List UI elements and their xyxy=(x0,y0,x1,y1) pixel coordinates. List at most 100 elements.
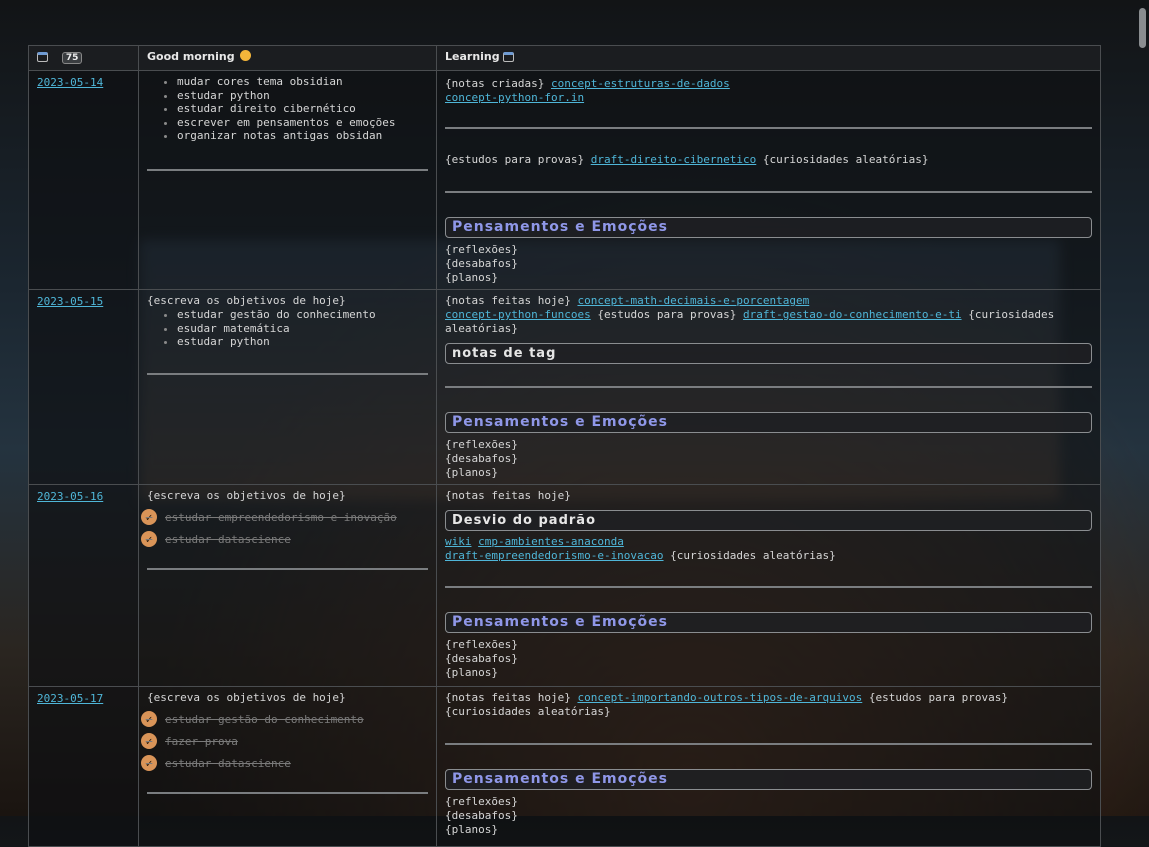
task-label: estudar empreendedorismo e inovação xyxy=(165,510,397,524)
calendar-icon xyxy=(503,52,515,62)
objetivos-label: {escreva os objetivos de hoje} xyxy=(147,691,346,704)
table-row: 2023-05-16 {escreva os objetivos de hoje… xyxy=(28,484,1101,687)
table-row: 2023-05-14 mudar cores tema obsidian est… xyxy=(28,70,1101,290)
desabafos-label: {desabafos} xyxy=(445,809,518,822)
divider xyxy=(147,568,428,570)
list-item: estudar python xyxy=(177,89,428,103)
morning-cell: {escreva os objetivos de hoje} estudar g… xyxy=(138,289,437,485)
task-item[interactable]: ✓ estudar empreendedorismo e inovação xyxy=(141,506,428,528)
task-label: estudar datascience xyxy=(165,532,291,546)
task-item[interactable]: ✓ estudar gestão do conhecimento xyxy=(141,708,428,730)
check-circle-icon[interactable]: ✓ xyxy=(141,531,157,547)
desabafos-label: {desabafos} xyxy=(445,652,518,665)
table-row: 2023-05-17 {escreva os objetivos de hoje… xyxy=(28,686,1101,847)
date-link[interactable]: 2023-05-16 xyxy=(37,490,130,503)
header-good-morning-label: Good morning xyxy=(147,50,235,63)
header-good-morning[interactable]: Good morning xyxy=(138,45,437,71)
list-item: esudar matemática xyxy=(177,322,428,336)
divider xyxy=(445,386,1092,388)
list-item: estudar gestão do conhecimento xyxy=(177,308,428,322)
list-item: estudar python xyxy=(177,335,428,349)
estudos-label: {estudos para provas} xyxy=(868,691,1008,704)
header-learning-label: Learning xyxy=(445,50,500,63)
pensamentos-callout-title[interactable]: Pensamentos e Emoções xyxy=(445,612,1092,633)
vertical-scrollbar[interactable] xyxy=(1139,8,1146,48)
task-label: fazer prova xyxy=(165,734,238,748)
reflexoes-label: {reflexões} xyxy=(445,243,518,256)
note-link[interactable]: draft-direito-cibernetico xyxy=(591,153,757,166)
note-link[interactable]: draft-empreendedorismo-e-inovacao xyxy=(445,549,664,562)
task-list: ✓ estudar gestão do conhecimento ✓ fazer… xyxy=(141,708,428,774)
date-cell: 2023-05-15 xyxy=(28,289,139,485)
date-link[interactable]: 2023-05-17 xyxy=(37,692,130,705)
count-badge: 75 xyxy=(61,52,83,64)
list-item: estudar direito cibernético xyxy=(177,102,428,116)
pensamentos-callout-title[interactable]: Pensamentos e Emoções xyxy=(445,412,1092,433)
table-header-row: 75 Good morning Learning xyxy=(28,45,1101,71)
tag-callout-title[interactable]: notas de tag xyxy=(445,343,1092,364)
smiley-emoji-icon xyxy=(240,50,252,61)
check-circle-icon[interactable]: ✓ xyxy=(141,711,157,727)
date-link[interactable]: 2023-05-14 xyxy=(37,76,130,89)
note-link[interactable]: concept-math-decimais-e-porcentagem xyxy=(577,294,809,307)
notas-label: {notas feitas hoje} xyxy=(445,691,571,704)
estudos-label: {estudos para provas} xyxy=(597,308,737,321)
divider xyxy=(445,743,1092,745)
curiosidades-label: {curiosidades aleatórias} xyxy=(670,549,836,562)
morning-list: estudar gestão do conhecimento esudar ma… xyxy=(147,308,428,349)
header-learning[interactable]: Learning xyxy=(436,45,1101,71)
check-circle-icon[interactable]: ✓ xyxy=(141,509,157,525)
pensamentos-callout-title[interactable]: Pensamentos e Emoções xyxy=(445,217,1092,238)
date-cell: 2023-05-14 xyxy=(28,70,139,290)
desabafos-label: {desabafos} xyxy=(445,257,518,270)
note-link[interactable]: concept-importando-outros-tipos-de-arqui… xyxy=(577,691,862,704)
morning-cell: {escreva os objetivos de hoje} ✓ estudar… xyxy=(138,686,437,847)
objetivos-label: {escreva os objetivos de hoje} xyxy=(147,294,346,307)
task-list: ✓ estudar empreendedorismo e inovação ✓ … xyxy=(141,506,428,550)
estudos-label: {estudos para provas} xyxy=(445,153,585,166)
curiosidades-label: {curiosidades aleatórias} xyxy=(445,705,611,718)
morning-list: mudar cores tema obsidian estudar python… xyxy=(147,75,428,143)
planos-label: {planos} xyxy=(445,823,498,836)
note-link[interactable]: concept-estruturas-de-dados xyxy=(551,77,730,90)
morning-cell: mudar cores tema obsidian estudar python… xyxy=(138,70,437,290)
task-item[interactable]: ✓ estudar datascience xyxy=(141,528,428,550)
notas-label: {notas criadas} xyxy=(445,77,545,90)
desvio-callout-title[interactable]: Desvio do padrão xyxy=(445,510,1092,531)
note-link[interactable]: wiki xyxy=(445,535,472,548)
planos-label: {planos} xyxy=(445,271,498,284)
objetivos-label: {escreva os objetivos de hoje} xyxy=(147,489,346,502)
curiosidades-label: {curiosidades aleatórias} xyxy=(762,153,929,166)
date-cell: 2023-05-17 xyxy=(28,686,139,847)
divider xyxy=(445,191,1092,193)
date-link[interactable]: 2023-05-15 xyxy=(37,295,130,308)
learning-cell: {notas feitas hoje} Desvio do padrão wik… xyxy=(436,484,1101,687)
notas-label: {notas feitas hoje} xyxy=(445,489,571,502)
note-link[interactable]: cmp-ambientes-anaconda xyxy=(478,535,624,548)
planos-label: {planos} xyxy=(445,466,498,479)
list-item: mudar cores tema obsidian xyxy=(177,75,428,89)
check-circle-icon[interactable]: ✓ xyxy=(141,733,157,749)
check-circle-icon[interactable]: ✓ xyxy=(141,755,157,771)
note-link[interactable]: concept-python-funcoes xyxy=(445,308,591,321)
note-link[interactable]: draft-gestao-do-conhecimento-e-ti xyxy=(743,308,962,321)
calendar-icon xyxy=(37,52,48,62)
task-item[interactable]: ✓ fazer prova xyxy=(141,730,428,752)
header-date[interactable]: 75 xyxy=(28,45,139,71)
reflexoes-label: {reflexões} xyxy=(445,638,518,651)
morning-cell: {escreva os objetivos de hoje} ✓ estudar… xyxy=(138,484,437,687)
task-label: estudar gestão do conhecimento xyxy=(165,712,364,726)
learning-cell: {notas feitas hoje} concept-importando-o… xyxy=(436,686,1101,847)
divider xyxy=(147,168,428,171)
list-item: escrever em pensamentos e emoções xyxy=(177,116,428,130)
task-item[interactable]: ✓ estudar datascience xyxy=(141,752,428,774)
list-item: organizar notas antigas obsidan xyxy=(177,129,428,143)
desabafos-label: {desabafos} xyxy=(445,452,518,465)
divider xyxy=(445,586,1092,588)
note-link[interactable]: concept-python-for.in xyxy=(445,91,584,104)
pensamentos-callout-title[interactable]: Pensamentos e Emoções xyxy=(445,769,1092,790)
task-label: estudar datascience xyxy=(165,756,291,770)
notas-label: {notas feitas hoje} xyxy=(445,294,571,307)
date-cell: 2023-05-16 xyxy=(28,484,139,687)
divider xyxy=(147,372,428,375)
